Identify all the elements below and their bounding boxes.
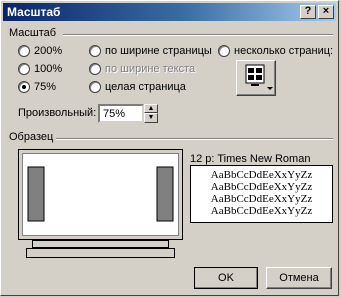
radio-75-label: 75% — [34, 81, 57, 93]
radio-75-dot[interactable] — [18, 81, 30, 93]
zoom-spin-down[interactable]: ▼ — [144, 113, 158, 123]
cancel-button[interactable]: Отмена — [266, 267, 332, 289]
custom-zoom-input[interactable]: 75% — [98, 104, 144, 123]
sample-line-2: AaBbCcDdEeXxYyZz — [210, 181, 313, 193]
dialog-title: Масштаб — [7, 5, 61, 19]
font-info: 12 p: Times New Roman — [190, 153, 311, 165]
zoom-dialog: Масштаб ? × Масштаб 200% 100% 75% по шир… — [0, 0, 339, 296]
sample-line-4: AaBbCcDdEeXxYyZz — [210, 205, 313, 217]
radio-many-pages-dot[interactable] — [218, 45, 230, 57]
radio-text-width-label: по ширине текста — [105, 63, 196, 75]
preview-group-divider — [56, 138, 333, 140]
radio-text-width[interactable]: по ширине текста — [89, 63, 195, 75]
radio-page-width-label: по ширине страницы — [105, 45, 212, 57]
radio-text-width-dot[interactable] — [89, 63, 101, 75]
radio-whole-page-label: целая страница — [105, 81, 186, 93]
zoom-spin-up[interactable]: ▲ — [144, 104, 158, 113]
preview-group-label: Образец — [9, 131, 54, 143]
radio-page-width[interactable]: по ширине страницы — [89, 45, 212, 57]
radio-200-label: 200% — [34, 45, 63, 57]
radio-page-width-dot[interactable] — [89, 45, 101, 57]
title-bar: Масштаб ? × — [3, 3, 336, 21]
custom-zoom-label: Произвольный: — [18, 107, 97, 119]
radio-100[interactable]: 100% — [18, 63, 62, 75]
zoom-group-divider — [63, 34, 333, 36]
radio-100-dot[interactable] — [18, 63, 30, 75]
sample-line-3: AaBbCcDdEeXxYyZz — [210, 193, 313, 205]
page-preview-monitor — [18, 149, 183, 258]
custom-zoom-value: 75% — [103, 108, 126, 120]
pages-picker-button[interactable] — [236, 60, 276, 96]
radio-75[interactable]: 75% — [18, 81, 56, 93]
sample-line-1: AaBbCcDdEeXxYyZz — [210, 169, 313, 181]
ok-button[interactable]: OK — [194, 267, 258, 289]
radio-many-pages-label: несколько страниц: — [234, 45, 334, 57]
monitor-pages-icon — [245, 64, 273, 90]
radio-200[interactable]: 200% — [18, 45, 62, 57]
radio-whole-page[interactable]: целая страница — [89, 81, 186, 93]
radio-whole-page-dot[interactable] — [89, 81, 101, 93]
help-button[interactable]: ? — [300, 5, 316, 19]
font-sample-box: AaBbCcDdEeXxYyZz AaBbCcDdEeXxYyZz AaBbCc… — [190, 165, 333, 223]
zoom-group-label: Масштаб — [9, 27, 57, 39]
radio-200-dot[interactable] — [18, 45, 30, 57]
close-button[interactable]: × — [318, 5, 334, 19]
radio-many-pages[interactable]: несколько страниц: — [218, 45, 333, 57]
radio-100-label: 100% — [34, 63, 63, 75]
